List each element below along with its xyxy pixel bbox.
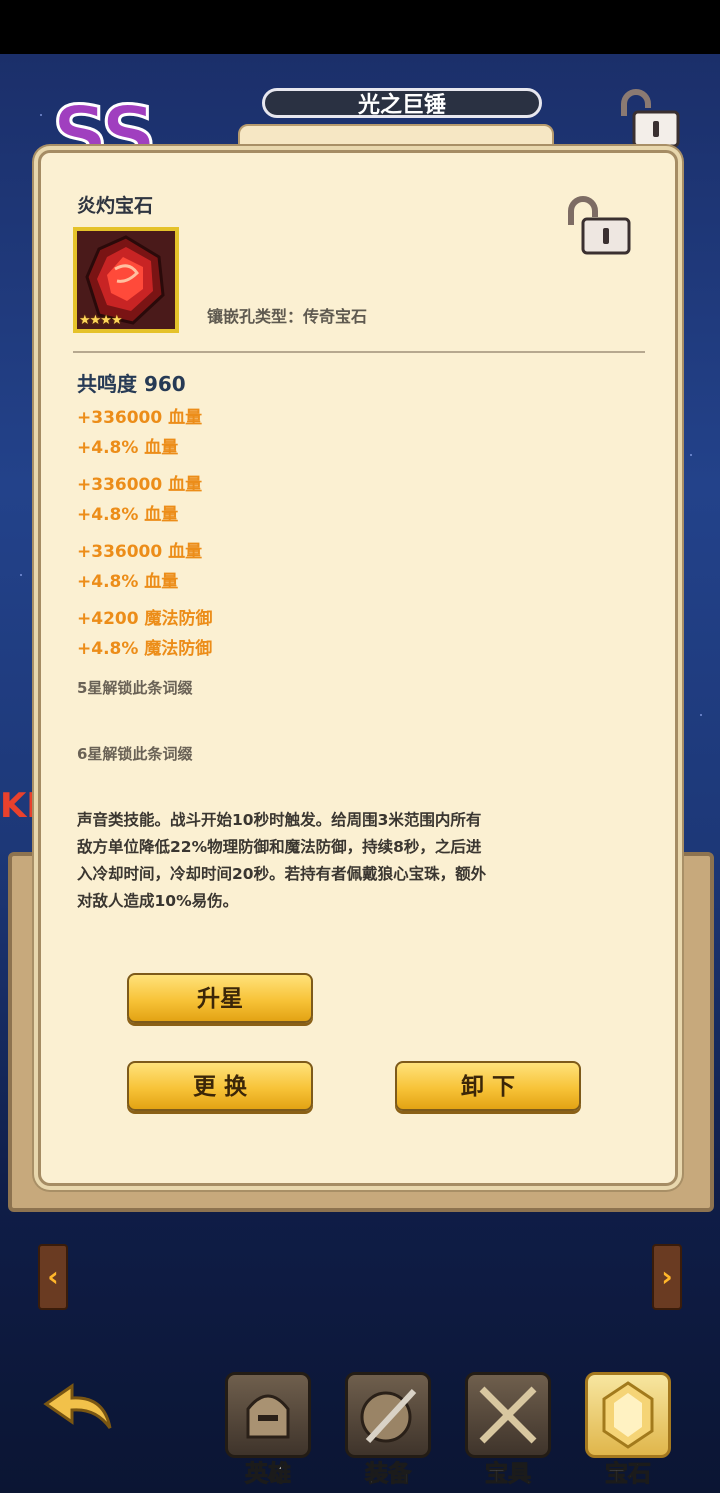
nav-gem[interactable]: 宝石 — [582, 1372, 674, 1488]
crossed-swords-icon — [465, 1372, 551, 1458]
nav-hero[interactable]: 英雄 — [222, 1372, 314, 1488]
stat-line: +4.8% 血量 — [77, 505, 179, 525]
stat-line: +4.8% 血量 — [77, 572, 179, 592]
back-arrow-icon[interactable] — [40, 1378, 120, 1438]
divider — [73, 351, 645, 353]
stat-line: +336000 血量 — [77, 542, 203, 562]
prev-arrow-button[interactable]: ‹ — [38, 1244, 68, 1310]
nav-label: 英雄 — [245, 1461, 292, 1488]
resonance-value: 共鸣度 960 — [77, 372, 186, 396]
nav-label: 宝石 — [605, 1461, 652, 1488]
locked-affix-5star: 5星解锁此条词缀 — [77, 679, 193, 697]
stat-line: +336000 血量 — [77, 475, 203, 495]
nav-label: 装备 — [365, 1461, 412, 1488]
shield-sword-icon — [345, 1372, 431, 1458]
socket-type: 镶嵌孔类型：传奇宝石 — [207, 307, 368, 326]
gem-portrait: ★★★★ — [73, 227, 179, 333]
unequip-button[interactable]: 卸 下 — [395, 1061, 581, 1111]
next-arrow-button[interactable]: › — [652, 1244, 682, 1310]
nav-equipment[interactable]: 装备 — [342, 1372, 434, 1488]
skill-description: 声音类技能。战斗开始10秒时触发。给周围3米范围内所有敌方单位降低22%物理防御… — [77, 811, 487, 910]
gem-lock-icon[interactable] — [563, 193, 635, 259]
gem-detail-panel: 炎灼宝石 ★★★★ 镶嵌孔类型：传奇宝石 共鸣度 960 +336000 血量 … — [38, 150, 678, 1186]
top-lock-icon[interactable] — [616, 86, 682, 152]
replace-button[interactable]: 更 换 — [127, 1061, 313, 1111]
nav-treasure[interactable]: 宝具 — [462, 1372, 554, 1488]
weapon-title: 光之巨锤 — [262, 88, 542, 118]
upgrade-star-button[interactable]: 升星 — [127, 973, 313, 1023]
locked-affix-6star: 6星解锁此条词缀 — [77, 745, 193, 763]
stat-line: +4.8% 血量 — [77, 438, 179, 458]
stat-line: +336000 血量 — [77, 408, 203, 428]
gem-name: 炎灼宝石 — [77, 195, 154, 217]
stat-line: +4.8% 魔法防御 — [77, 639, 213, 659]
stat-line: +4200 魔法防御 — [77, 609, 213, 629]
gem-star-rating: ★★★★ — [79, 313, 123, 328]
helmet-icon — [225, 1372, 311, 1458]
nav-label: 宝具 — [485, 1461, 532, 1488]
gem-icon — [585, 1372, 671, 1458]
